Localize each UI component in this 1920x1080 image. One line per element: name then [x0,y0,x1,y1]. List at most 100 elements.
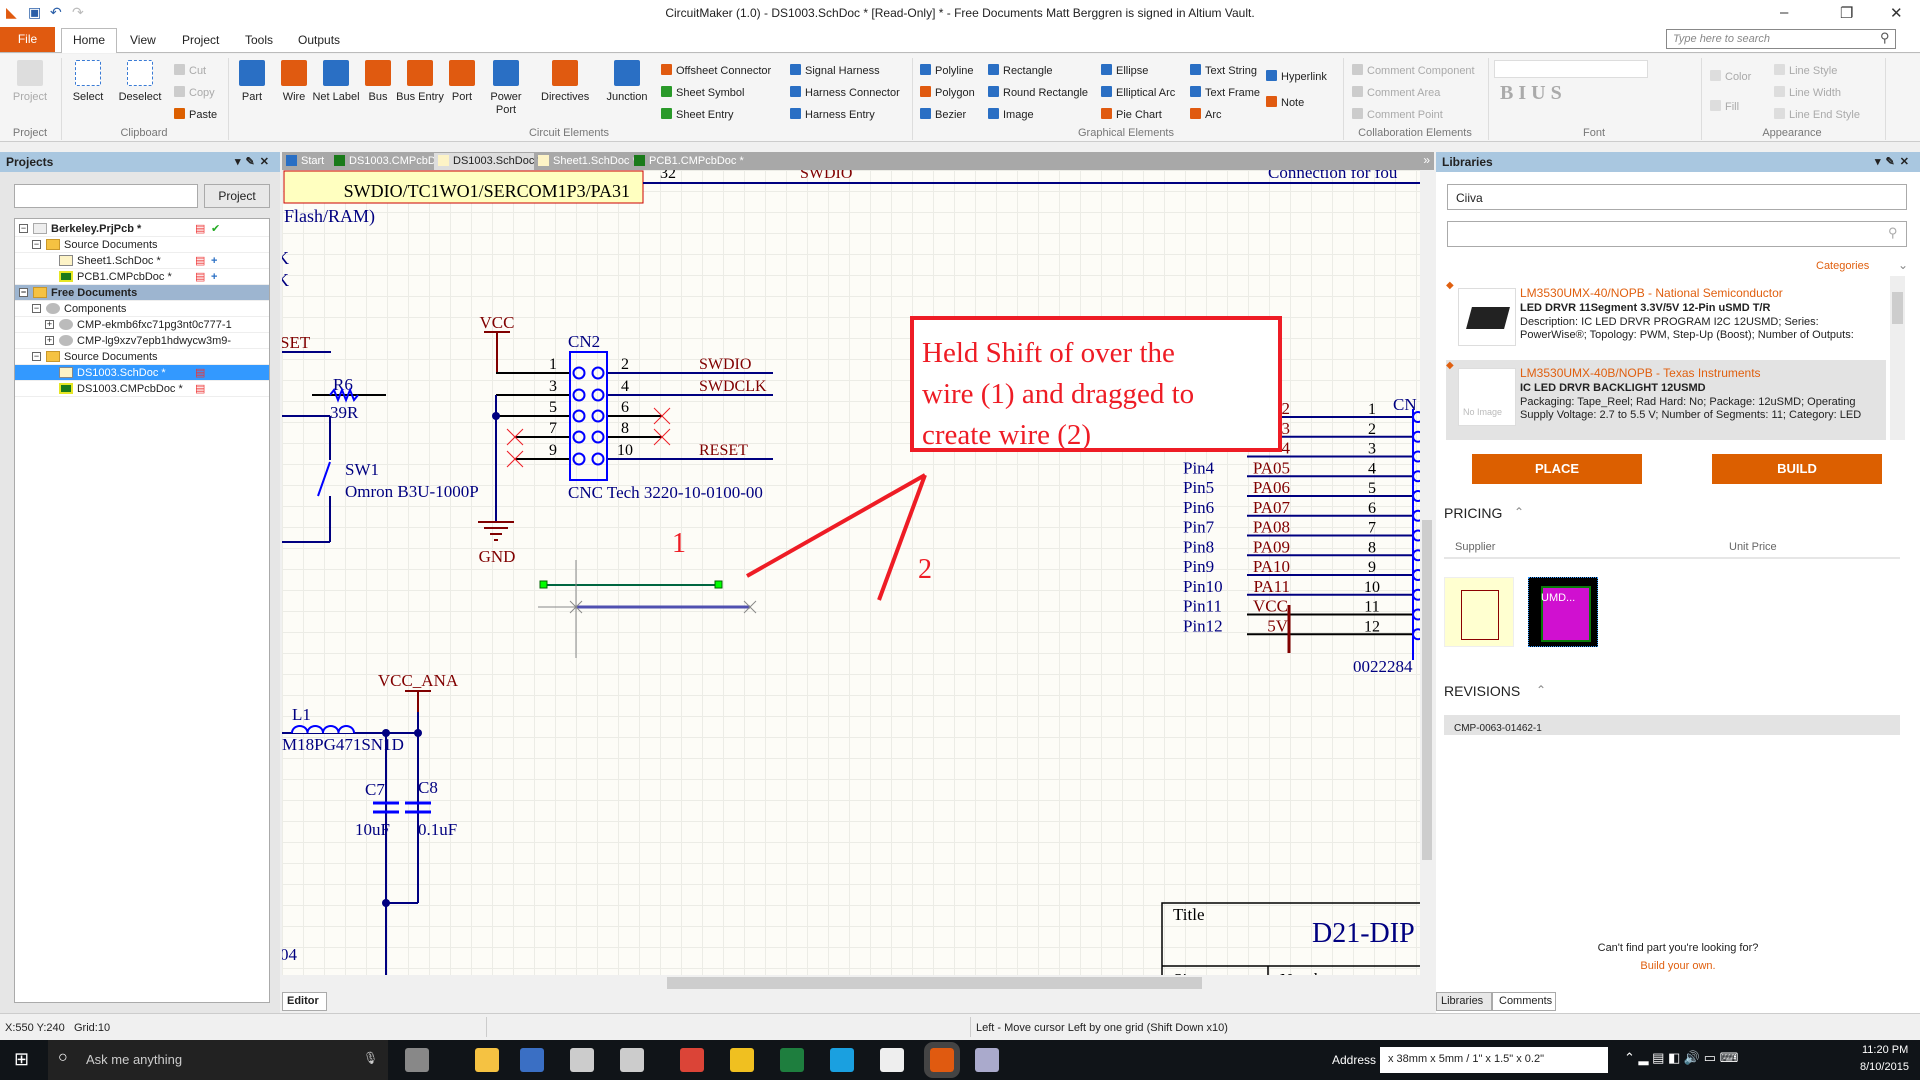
app-icon[interactable] [570,1048,594,1072]
cortana-search[interactable]: ○ Ask me anything 🎙 [48,1040,388,1080]
paste-button[interactable]: Paste [174,108,217,121]
windows-start-icon[interactable]: ⊞ [14,1049,29,1070]
supplier-column[interactable]: Supplier [1455,541,1495,553]
file-explorer-icon[interactable] [475,1048,499,1072]
doc-tab[interactable]: Start [282,153,328,170]
circuit-part-button[interactable]: Part [228,60,276,104]
panel-controls-icon[interactable]: ▾✎✕ [1875,155,1914,168]
sheet-symbol-button[interactable]: Sheet Symbol [661,86,744,99]
photos-icon[interactable] [880,1048,904,1072]
tree-item[interactable]: − Components [15,301,269,317]
arc-button[interactable]: Arc [1190,108,1222,121]
project-search-input[interactable] [14,184,198,208]
chevron-down-icon[interactable]: ⌄ [1898,258,1908,272]
rectangle-button[interactable]: Rectangle [988,64,1053,77]
skype-icon[interactable] [830,1048,854,1072]
horizontal-scroll-thumb[interactable] [667,977,1202,989]
expand-toggle-icon[interactable]: + [45,336,54,345]
search-input[interactable]: Type here to search [1666,29,1896,49]
tree-item[interactable]: DS1003.CMPcbDoc * ▤ [15,381,269,397]
doc-tab[interactable]: DS1003.SchDoc * [434,153,542,170]
tree-item[interactable]: − Source Documents [15,349,269,365]
add-icon[interactable]: + [211,269,217,285]
tab-libraries[interactable]: Libraries [1436,992,1492,1011]
tab-view[interactable]: View [130,33,156,47]
restore-button[interactable]: ❐ [1840,4,1853,22]
expand-toggle-icon[interactable]: − [19,288,28,297]
project-button[interactable]: Project [204,184,270,208]
text-frame-button[interactable]: Text Frame [1190,86,1260,99]
color-button[interactable]: Color [1710,70,1751,83]
schematic-canvas[interactable]: SWDIO/TC1WO1/SERCOM1P3/PA31 32 SWDIO Connec… [282,170,1420,975]
chrome-icon[interactable] [680,1048,704,1072]
expand-toggle-icon[interactable]: + [45,320,54,329]
library-result[interactable]: ◆ LM3530UMX-40/NOPB - National Semiconduc… [1446,280,1886,360]
tree-item[interactable]: DS1003.SchDoc * ▤ [15,365,269,381]
library-result[interactable]: No Image ◆ LM3530UMX-40B/NOPB - Texas Inst… [1446,360,1886,440]
bezier-button[interactable]: Bezier [920,108,966,121]
line-width-button[interactable]: Line Width [1774,86,1841,99]
offsheet-connector-button[interactable]: Offsheet Connector [661,64,771,77]
result-title[interactable]: LM3530UMX-40/NOPB - National Semiconduct… [1520,286,1783,300]
comment-component-button[interactable]: Comment Component [1352,64,1475,77]
library-search-input[interactable] [1447,221,1907,247]
doc-tab[interactable]: PCB1.CMPcbDoc * [630,153,744,170]
circuit-directives-button[interactable]: Directives [541,60,589,104]
vertical-scrollbar[interactable] [1420,170,1434,975]
vertical-scroll-thumb[interactable] [1422,520,1432,860]
copy-button[interactable]: Copy [174,86,215,99]
deselect-button[interactable]: Deselect [116,60,164,104]
doc-tab[interactable]: Sheet1.SchDoc * [534,153,637,170]
polygon-button[interactable]: Polygon [920,86,975,99]
qq-icon[interactable] [730,1048,754,1072]
search-icon[interactable]: ⚲ [1888,225,1898,241]
tree-item[interactable]: − Source Documents [15,237,269,253]
elliptical-arc-button[interactable]: Elliptical Arc [1101,86,1175,99]
build-button[interactable]: BUILD [1712,454,1882,484]
circuit-junction-button[interactable]: Junction [603,60,651,104]
circuit-wire-button[interactable]: Wire [270,60,318,104]
font-name-dropdown[interactable] [1494,60,1648,78]
tab-tools[interactable]: Tools [245,33,273,47]
tab-project[interactable]: Project [182,33,219,47]
microphone-icon[interactable]: 🎙 [363,1051,378,1065]
comment-area-button[interactable]: Comment Area [1352,86,1440,99]
excel-icon[interactable] [780,1048,804,1072]
ellipse-button[interactable]: Ellipse [1101,64,1148,77]
app-icon[interactable] [520,1048,544,1072]
pricing-heading[interactable]: PRICING [1444,505,1502,521]
tab-home[interactable]: Home [61,28,117,53]
circuit-power-port-button[interactable]: Power Port [482,60,530,117]
clock-date[interactable]: 8/10/2015 [1860,1061,1909,1073]
revision-row[interactable]: CMP-0063-01462-1 [1444,715,1900,735]
panel-controls-icon[interactable]: ▾✎✕ [235,155,274,168]
signal-harness-button[interactable]: Signal Harness [790,64,880,77]
expand-toggle-icon[interactable]: − [32,240,41,249]
circuit-net-label-button[interactable]: Net Label [312,60,360,104]
app-icon[interactable] [620,1048,644,1072]
schematic-drawing[interactable]: SWDIO/TC1WO1/SERCOM1P3/PA3132 SWDIO Connec… [282,170,1420,975]
harness-connector-button[interactable]: Harness Connector [790,86,900,99]
clock-time[interactable]: 11:20 PM [1862,1044,1908,1056]
circuitmaker-icon[interactable] [924,1042,960,1078]
add-icon[interactable]: + [211,253,217,269]
place-button[interactable]: PLACE [1472,454,1642,484]
sheet-entry-button[interactable]: Sheet Entry [661,108,733,121]
revisions-heading[interactable]: REVISIONS [1444,683,1520,699]
select-button[interactable]: Select [64,60,112,104]
note-button[interactable]: Note [1266,96,1304,109]
tree-item[interactable]: − Free Documents [15,285,269,301]
circuit-bus-button[interactable]: Bus [354,60,402,104]
harness-entry-button[interactable]: Harness Entry [790,108,875,121]
minimize-button[interactable]: – [1780,4,1788,21]
tree-item[interactable]: Sheet1.SchDoc * ▤ + [15,253,269,269]
line-end-style-button[interactable]: Line End Style [1774,108,1860,121]
image-button[interactable]: Image [988,108,1034,121]
tree-item[interactable]: − Berkeley.PrjPcb * ▤ ✔ [15,221,269,237]
close-button[interactable]: ✕ [1890,4,1903,22]
result-title[interactable]: LM3530UMX-40B/NOPB - Texas Instruments [1520,366,1761,380]
expand-toggle-icon[interactable]: − [32,352,41,361]
horizontal-scrollbar[interactable] [282,975,1420,991]
build-your-own-link[interactable]: Build your own. [1436,960,1920,972]
paint-icon[interactable] [975,1048,999,1072]
